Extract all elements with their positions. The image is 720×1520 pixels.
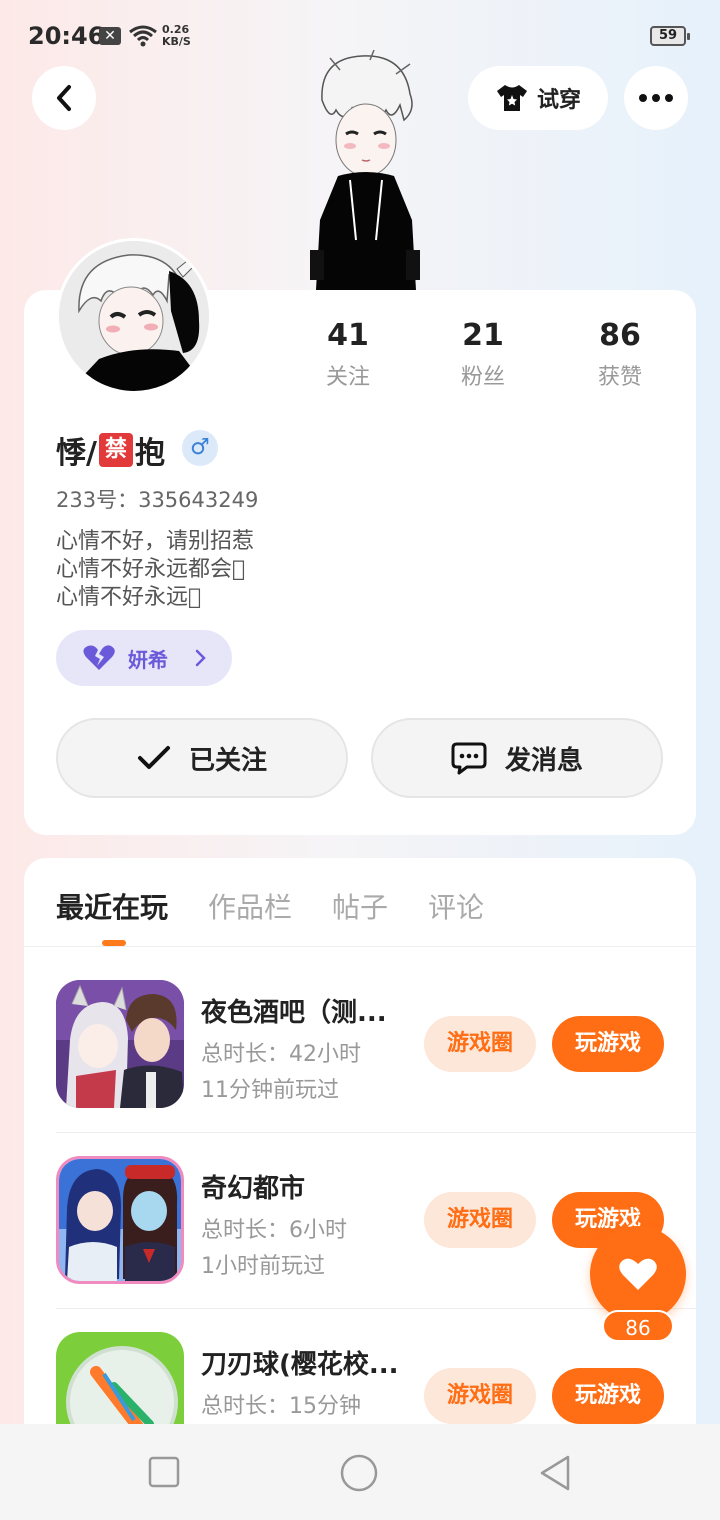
tab-posts[interactable]: 帖子 (332, 886, 388, 926)
back-nav-icon[interactable] (538, 1454, 572, 1492)
profile-tabs: 最近在玩 作品栏 帖子 评论 (56, 886, 484, 926)
game-total-time: 总时长：15分钟 (201, 1394, 361, 1419)
game-icon-fantasy-city[interactable] (56, 1156, 184, 1284)
like-button[interactable] (590, 1226, 686, 1322)
bio-line: 心情不好永远  (56, 585, 202, 610)
recent-games-card: 最近在玩 作品栏 帖子 评论 夜色酒吧（测... 总时长：42小时 11分钟前玩… (24, 858, 696, 1478)
game-total-time: 总时长：42小时 (201, 1042, 361, 1067)
chat-bubble-icon (451, 742, 487, 775)
more-button[interactable] (624, 66, 688, 130)
game-icon-night-bar[interactable] (56, 980, 184, 1108)
avatar-image (59, 241, 209, 391)
game-circle-button[interactable]: 游戏圈 (424, 1016, 536, 1072)
back-button[interactable] (32, 66, 96, 130)
game-total-time: 总时长：6小时 (201, 1218, 347, 1243)
message-button[interactable]: 发消息 (371, 718, 663, 798)
row-divider (56, 1132, 696, 1133)
bio-line: 心情不好永远都会  (56, 557, 246, 582)
chevron-left-icon (57, 85, 71, 111)
more-icon (639, 94, 673, 102)
stat-following-label: 关注 (325, 365, 370, 390)
notification-icon: ✕ (99, 27, 121, 45)
stat-likes-value: 86 (599, 318, 641, 353)
play-game-button[interactable]: 玩游戏 (552, 1368, 664, 1424)
battery-indicator: 59 (650, 26, 690, 46)
system-navigation-bar (0, 1424, 720, 1520)
game-last-played: 11分钟前玩过 (201, 1078, 339, 1103)
heart-icon (619, 1258, 657, 1290)
game-title[interactable]: 奇幻都市 (201, 1168, 305, 1205)
profile-stats: 41 关注 21 粉丝 86 获赞 (280, 318, 700, 398)
game-row[interactable]: 夜色酒吧（测... 总时长：42小时 11分钟前玩过 游戏圈 玩游戏 (56, 980, 696, 1120)
wifi-icon (129, 25, 157, 47)
stat-likes-label: 获赞 (597, 365, 642, 390)
game-title[interactable]: 夜色酒吧（测... (201, 992, 387, 1029)
game-circle-button[interactable]: 游戏圈 (424, 1368, 536, 1424)
try-on-button[interactable]: 试穿 (468, 66, 608, 130)
username-suffix: 抱 (134, 436, 165, 471)
tabs-divider (24, 946, 696, 947)
tab-works[interactable]: 作品栏 (208, 886, 292, 926)
username: 悸/ 禁 抱 (56, 428, 165, 472)
stat-likes[interactable]: 86 获赞 (560, 318, 680, 391)
game-circle-button[interactable]: 游戏圈 (424, 1192, 536, 1248)
stat-following-value: 41 (327, 318, 369, 353)
avatar[interactable] (56, 238, 212, 394)
chevron-right-icon (195, 649, 206, 667)
stat-following[interactable]: 41 关注 (288, 318, 408, 391)
bio-line: 心情不好，请别招惹 (56, 529, 255, 554)
home-icon[interactable] (340, 1454, 378, 1492)
game-title[interactable]: 刀刃球(樱花校... (201, 1344, 399, 1381)
tab-comments[interactable]: 评论 (428, 886, 484, 926)
network-speed: 0.26 KB/S (162, 24, 191, 48)
gender-male-icon: ♂ (182, 430, 218, 466)
cp-name: 妍希 (128, 647, 168, 672)
stat-fans[interactable]: 21 粉丝 (423, 318, 543, 391)
user-id[interactable]: 233号：335643249 (56, 484, 258, 514)
stat-fans-value: 21 (462, 318, 504, 353)
row-divider (56, 1308, 696, 1309)
shirt-icon (496, 85, 527, 111)
username-prefix: 悸/ (56, 436, 97, 471)
like-count-badge: 86 (602, 1310, 674, 1342)
try-on-label: 试穿 (536, 88, 581, 113)
stat-fans-label: 粉丝 (460, 365, 505, 390)
check-icon (137, 746, 170, 769)
tab-recently-played[interactable]: 最近在玩 (56, 886, 168, 926)
avatar-figure-image (310, 50, 420, 290)
broken-heart-icon (83, 645, 115, 670)
bio: 心情不好，请别招惹 心情不好永远都会  心情不好永远  (56, 528, 254, 612)
followed-button[interactable]: 已关注 (56, 718, 348, 798)
followed-label: 已关注 (188, 745, 267, 776)
game-last-played: 1小时前玩过 (201, 1254, 325, 1279)
play-game-button[interactable]: 玩游戏 (552, 1016, 664, 1072)
cp-tag[interactable]: 妍希 (56, 630, 232, 686)
recent-apps-icon[interactable] (148, 1456, 180, 1488)
status-time: 20:46 (28, 22, 105, 50)
message-label: 发消息 (504, 745, 583, 776)
speed-unit: KB/S (162, 35, 191, 48)
banned-emoji: 禁 (98, 433, 133, 467)
